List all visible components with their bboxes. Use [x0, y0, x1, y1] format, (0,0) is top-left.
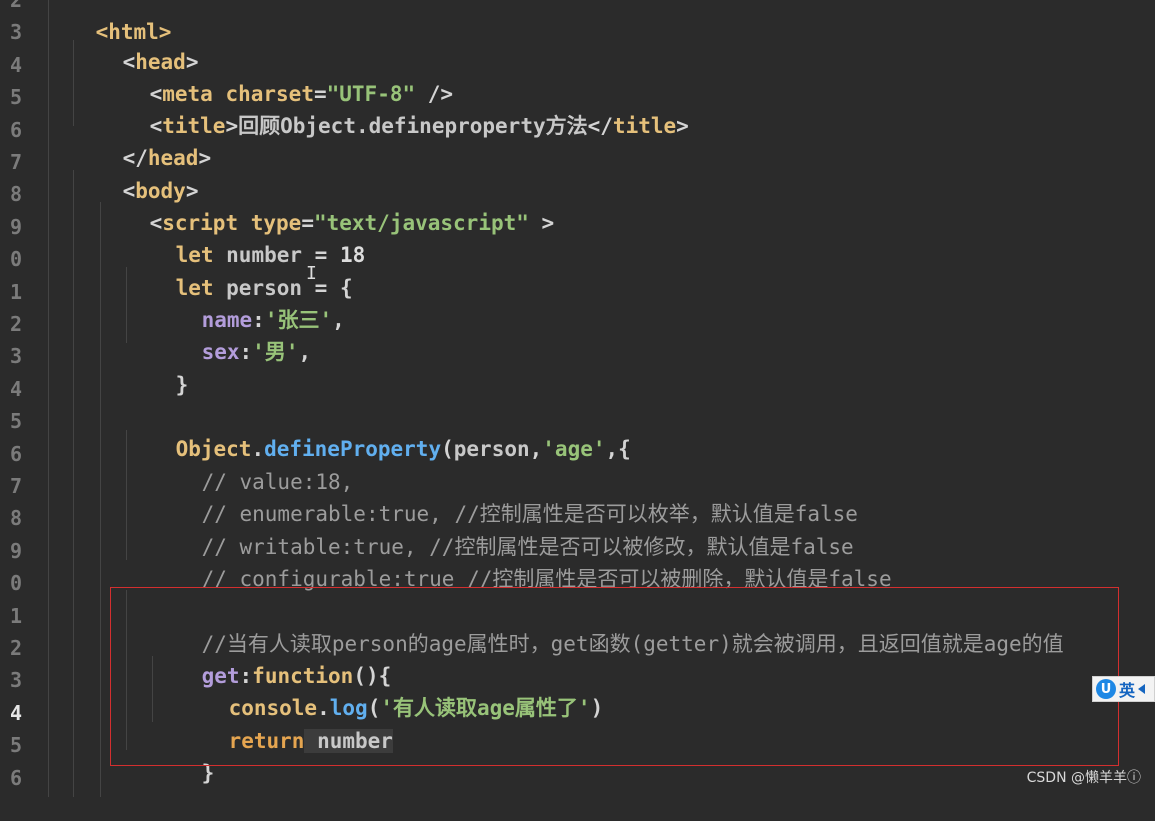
line-number: 5 [9, 733, 22, 758]
line-number: 6 [9, 117, 22, 142]
line-number: 1 [9, 279, 22, 304]
annotation-highlight-box [110, 587, 1119, 766]
line-number-gutter: 2 3 4 5 6 7 8 9 0 1 2 3 4 5 6 7 8 9 0 1 2 3 4 5 6 [0, 0, 26, 797]
code-line-5: <title>回顾Object.defineproperty方法</title> [149, 114, 689, 138]
ime-arrow-icon [1138, 684, 1146, 694]
line-number: 7 [9, 150, 22, 174]
line-number: 2 [9, 636, 22, 660]
code-line-3: <head> [122, 50, 199, 74]
code-line-12: sex:'男', [201, 340, 312, 364]
code-line-10: let person = { [175, 276, 353, 300]
line-number: 0 [9, 571, 22, 596]
ime-indicator[interactable]: U 英 [1092, 676, 1155, 702]
line-number: 3 [9, 20, 22, 45]
line-number: 6 [9, 765, 22, 790]
indent-guide [100, 202, 101, 797]
code-line-17: // enumerable:true, //控制属性是否可以枚举，默认值是fal… [201, 502, 858, 526]
code-line-7: <body> [122, 179, 199, 203]
line-number: 3 [9, 668, 22, 693]
line-number: 4 [9, 376, 22, 401]
code-line-9: let number = 18 [175, 243, 366, 267]
code-line-13: } [175, 373, 189, 397]
line-number: 4 [9, 52, 22, 77]
line-number: 4 [9, 700, 22, 725]
line-number: 6 [9, 441, 22, 466]
code-line-18: // writable:true, //控制属性是否可以被修改，默认值是fals… [201, 535, 854, 559]
indent-guide [48, 0, 49, 797]
line-number: 1 [9, 603, 22, 628]
line-number: 2 [9, 0, 22, 12]
code-line-6: </head> [122, 146, 212, 170]
line-number: 8 [9, 182, 22, 207]
watermark: CSDN @懒羊羊ⓘ [1026, 770, 1141, 786]
line-number: 9 [9, 538, 22, 563]
code-line-8: <script type="text/javascript" > [149, 211, 555, 235]
line-number: 2 [9, 312, 22, 336]
line-number: 0 [9, 247, 22, 272]
line-number: 5 [9, 85, 22, 110]
code-line-4: <meta charset="UTF-8" /> [149, 82, 454, 106]
line-number: 3 [9, 344, 22, 369]
code-line-15: Object.defineProperty(person,'age',{ [175, 437, 631, 461]
ime-language-label: 英 [1119, 681, 1136, 700]
code-line-19: // configurable:true //控制属性是否可以被删除，默认值是f… [201, 567, 892, 591]
code-editor[interactable]: 2345678901234567890123456 <html> <head> … [0, 0, 1155, 797]
ime-logo-icon: U [1096, 679, 1116, 699]
line-number: 7 [9, 474, 22, 498]
line-number: 9 [9, 214, 22, 239]
code-line-11: name:'张三', [201, 308, 345, 332]
line-number: 8 [9, 506, 22, 531]
line-number: 5 [9, 409, 22, 434]
indent-guide [73, 170, 74, 797]
code-line-16: // value:18, [201, 470, 354, 494]
title-text: 回顾Object.defineproperty方法 [238, 114, 588, 138]
